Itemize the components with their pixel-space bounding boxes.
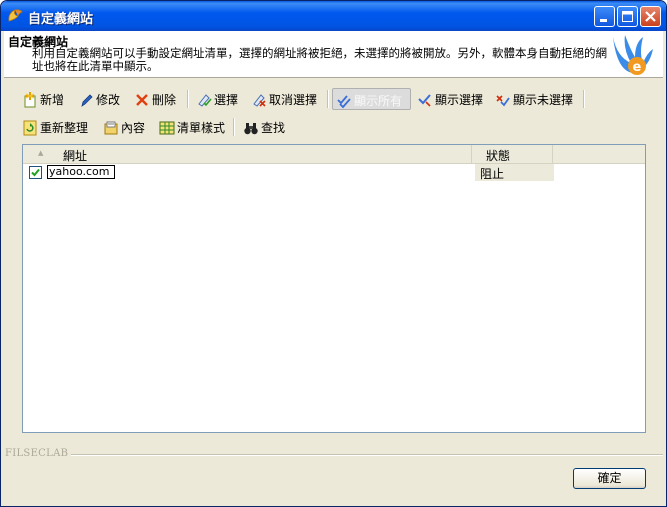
toolbar-primary: 新增 修改 刪除 選擇 取消選擇 顯示所有 顯示選擇 顯示未選擇 — [19, 88, 619, 110]
content-button[interactable]: 內容 — [100, 116, 148, 138]
title-bar[interactable]: 自定義網站 — [1, 1, 666, 31]
close-button[interactable] — [640, 6, 661, 27]
show-all-icon — [337, 94, 351, 108]
add-icon — [24, 91, 36, 107]
list-style-button[interactable]: 清單樣式 — [156, 116, 228, 138]
footer-brand-label: FILSECLAB — [5, 448, 69, 459]
toolbar-separator — [583, 90, 585, 108]
ok-button[interactable]: 確定 — [573, 468, 646, 489]
toolbar-secondary: 重新整理 內容 清單樣式 查找 — [19, 116, 619, 138]
deselect-label: 取消選擇 — [269, 93, 318, 107]
delete-icon — [136, 93, 148, 106]
close-icon — [645, 11, 656, 22]
minimize-icon — [600, 19, 607, 22]
status-cell: 阻止 — [475, 164, 554, 181]
delete-button[interactable]: 刪除 — [131, 88, 179, 110]
toolbar-separator — [327, 90, 329, 108]
deselect-icon — [253, 93, 266, 107]
url-cell-editor[interactable]: yahoo.com — [47, 165, 115, 179]
row-checkbox[interactable] — [29, 166, 42, 179]
url-list[interactable]: ▲ 網址 狀態 yahoo.com 阻止 — [22, 144, 646, 433]
refresh-button[interactable]: 重新整理 — [19, 116, 91, 138]
window-title: 自定義網站 — [28, 12, 94, 27]
header-panel: 自定義網站 利用自定義網站可以手動設定網址清單，選擇的網址將被拒絕，未選擇的將被… — [4, 31, 663, 78]
brand-logo: e — [613, 35, 653, 75]
footer-divider — [71, 454, 663, 456]
content-icon — [104, 121, 118, 134]
binoculars-icon — [244, 122, 258, 134]
show-all-label: 顯示所有 — [354, 94, 403, 108]
pencil-icon — [81, 93, 93, 107]
select-icon — [198, 93, 212, 107]
list-style-icon — [159, 121, 175, 134]
show-selected-icon — [418, 93, 431, 107]
checkmark-icon — [31, 168, 40, 177]
maximize-icon — [622, 11, 633, 22]
show-selected-label: 顯示選擇 — [435, 93, 484, 107]
select-button[interactable]: 選擇 — [193, 88, 241, 110]
refresh-label: 重新整理 — [40, 121, 89, 135]
select-label: 選擇 — [214, 93, 239, 107]
column-header-status[interactable]: 狀態 — [472, 145, 553, 163]
header-description: 利用自定義網站可以手動設定網址清單，選擇的網址將被拒絕，未選擇的將被開放。另外，… — [32, 46, 607, 73]
list-header: ▲ 網址 狀態 — [23, 145, 645, 164]
sort-ascending-icon: ▲ — [38, 149, 44, 157]
column-url-label: 網址 — [63, 149, 88, 163]
refresh-icon — [23, 120, 37, 135]
list-style-label: 清單樣式 — [177, 121, 226, 135]
toolbar-separator — [187, 90, 189, 108]
app-icon — [8, 9, 23, 22]
svg-text:e: e — [633, 60, 642, 75]
maximize-button[interactable] — [617, 6, 638, 27]
show-unselected-icon — [496, 94, 510, 106]
deselect-button[interactable]: 取消選擇 — [248, 88, 320, 110]
find-label: 查找 — [261, 121, 286, 135]
add-label: 新增 — [40, 93, 65, 107]
minimize-button[interactable] — [594, 6, 615, 27]
column-status-label: 狀態 — [486, 149, 511, 163]
toolbar-separator — [233, 118, 235, 136]
column-header-url[interactable]: ▲ 網址 — [23, 145, 472, 163]
content-label: 內容 — [121, 121, 146, 135]
find-button[interactable]: 查找 — [240, 116, 288, 138]
show-all-button[interactable]: 顯示所有 — [332, 88, 411, 110]
edit-button[interactable]: 修改 — [75, 88, 123, 110]
table-row[interactable]: yahoo.com 阻止 — [23, 164, 645, 181]
delete-label: 刪除 — [152, 93, 177, 107]
edit-label: 修改 — [96, 93, 121, 107]
show-unselected-label: 顯示未選擇 — [513, 93, 574, 107]
add-button[interactable]: 新增 — [19, 88, 67, 110]
dialog-window: 自定義網站 自定義網站 利用自定義網站可以手動設定網址清單，選擇的網址將被拒絕，… — [0, 0, 667, 507]
show-selected-button[interactable]: 顯示選擇 — [414, 88, 486, 110]
show-unselected-button[interactable]: 顯示未選擇 — [492, 88, 576, 110]
